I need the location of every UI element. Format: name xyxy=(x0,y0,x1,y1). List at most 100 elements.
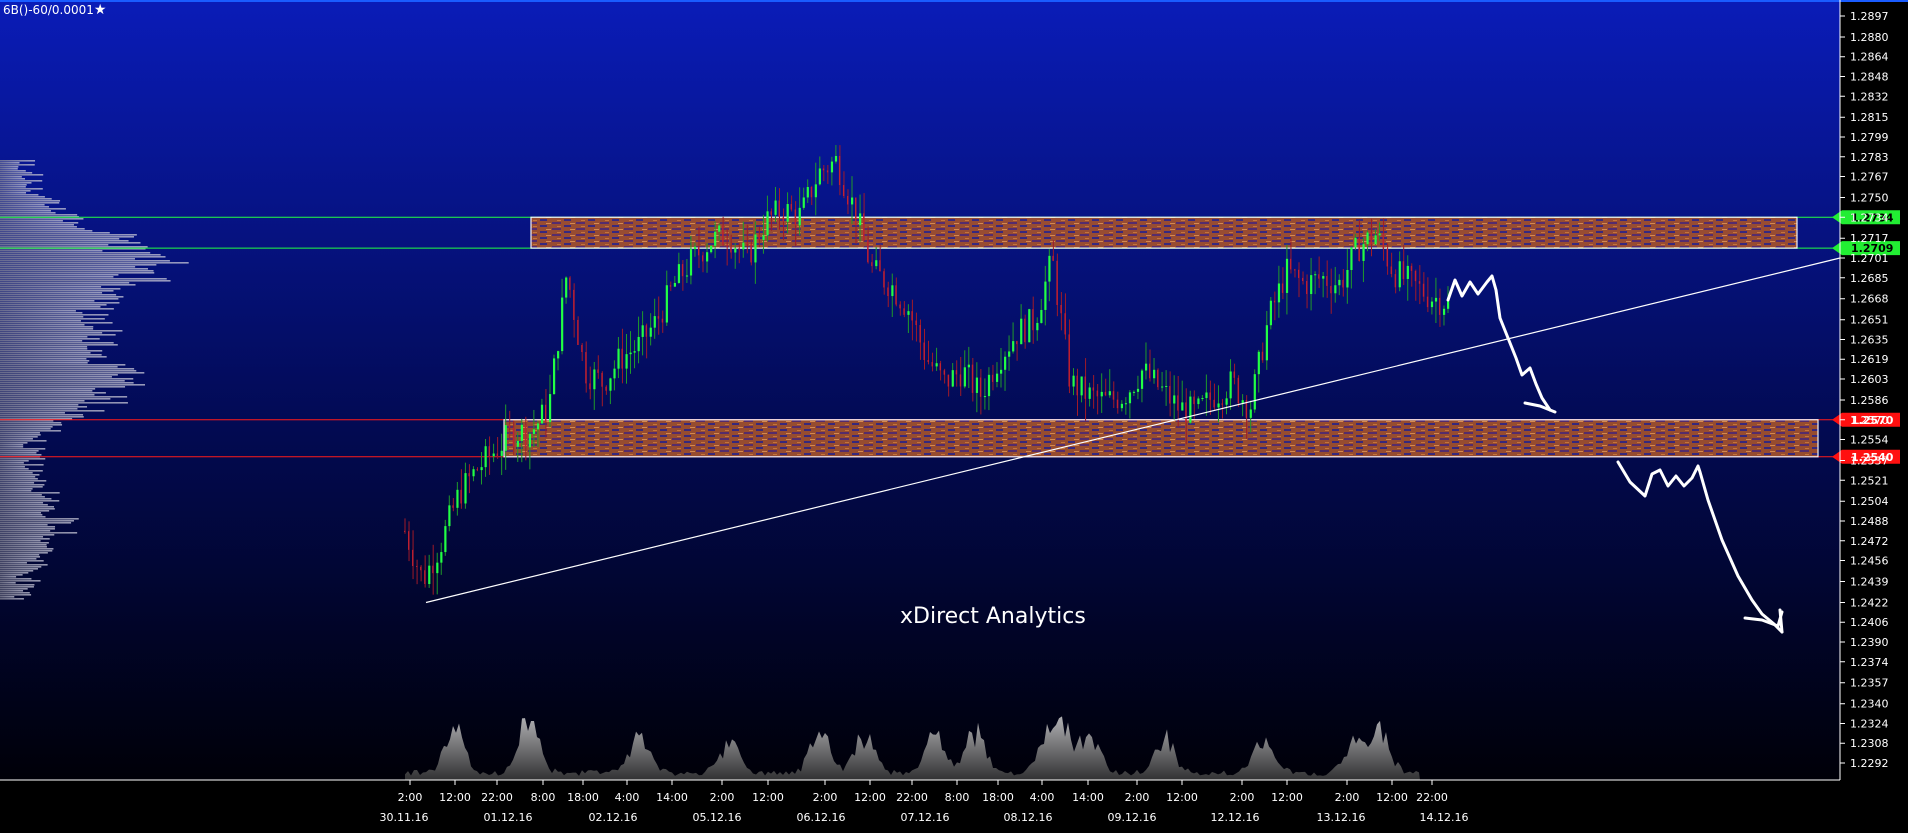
candle-body xyxy=(432,565,434,574)
profile-bar xyxy=(0,570,34,572)
candle-body xyxy=(943,370,946,375)
candle-body xyxy=(790,204,792,210)
profile-bar xyxy=(0,594,32,596)
candle-body xyxy=(1326,276,1328,286)
profile-bar xyxy=(0,296,124,298)
candle-body xyxy=(1426,296,1429,308)
profile-bar xyxy=(0,330,123,332)
profile-bar xyxy=(0,478,38,480)
star-icon[interactable]: ★ xyxy=(94,2,107,18)
profile-bar xyxy=(0,472,33,474)
price-tick-label: 1.2456 xyxy=(1850,555,1889,568)
candle-body xyxy=(1144,363,1148,371)
candle-body xyxy=(1181,402,1184,411)
candle-body xyxy=(1265,325,1268,361)
profile-bar xyxy=(0,534,55,536)
candle-body xyxy=(424,570,426,585)
profile-bar xyxy=(0,314,109,316)
candle-body xyxy=(1157,369,1159,388)
candle-body xyxy=(440,552,443,563)
profile-bar xyxy=(0,228,85,230)
profile-bar xyxy=(0,328,94,330)
candle-body xyxy=(625,354,628,369)
candle-body xyxy=(1136,388,1140,392)
profile-bar xyxy=(0,230,93,232)
profile-bar xyxy=(0,302,120,304)
candle-body xyxy=(806,187,809,198)
profile-bar xyxy=(0,530,51,532)
profile-bar xyxy=(0,196,45,198)
price-tick-label: 1.2308 xyxy=(1850,737,1889,750)
profile-bar xyxy=(0,428,51,430)
candle-body xyxy=(1008,351,1011,357)
candle-body xyxy=(1100,391,1103,397)
candle-body xyxy=(1406,265,1409,279)
candle-body xyxy=(879,260,881,272)
candle-body xyxy=(1128,392,1132,404)
profile-bar xyxy=(0,398,111,400)
candle-body xyxy=(975,377,979,393)
candle-body xyxy=(404,530,406,532)
candle-body xyxy=(1120,403,1124,409)
profile-bar xyxy=(0,306,101,308)
profile-bar xyxy=(0,324,85,326)
candle-body xyxy=(456,489,459,508)
zone-resistance xyxy=(530,216,1798,249)
chart-window: 1.2734 1.2709 1.2570 1.2540 1.2897 1.2880 1.2… xyxy=(0,0,1908,833)
candle-body xyxy=(1112,391,1115,400)
profile-bar xyxy=(0,406,88,408)
candle-body xyxy=(1140,370,1144,389)
candle-body xyxy=(548,394,552,423)
candle-body xyxy=(951,370,954,387)
candle-body xyxy=(677,264,681,283)
profile-bar xyxy=(0,162,20,164)
profile-bar xyxy=(0,256,166,258)
candle-body xyxy=(605,386,607,391)
candle-body xyxy=(665,285,668,323)
candle-body xyxy=(871,262,873,267)
candle-body xyxy=(1306,281,1308,295)
candle-body xyxy=(484,446,487,468)
candle-body xyxy=(1225,398,1228,405)
profile-bar xyxy=(0,242,141,244)
time-tick-label: 22:00 xyxy=(481,791,513,804)
candle-body xyxy=(1108,391,1111,396)
candle-body xyxy=(963,367,966,387)
candle-body xyxy=(830,161,834,173)
candle-body xyxy=(496,453,499,456)
candle-body xyxy=(528,433,532,448)
profile-bar xyxy=(0,218,84,220)
price-tick-label: 1.2406 xyxy=(1850,616,1889,629)
price-tick-label: 1.2374 xyxy=(1850,656,1889,669)
profile-bar xyxy=(0,352,91,354)
candle-body xyxy=(1273,300,1276,303)
profile-bar xyxy=(0,368,135,370)
candle-body xyxy=(915,320,917,326)
price-tick-label: 1.2701 xyxy=(1850,252,1889,265)
candle-body xyxy=(1229,371,1232,399)
profile-bar xyxy=(0,310,76,312)
profile-bar xyxy=(0,258,135,260)
candle-body xyxy=(1390,266,1393,275)
candle-body xyxy=(891,285,894,297)
profile-bar xyxy=(0,556,41,558)
candle-body xyxy=(967,364,970,368)
profile-bar xyxy=(0,356,107,358)
profile-bar xyxy=(0,308,114,310)
candle-body xyxy=(669,285,672,287)
profile-bar xyxy=(0,564,48,566)
profile-bar xyxy=(0,164,35,166)
candle-body xyxy=(460,489,462,504)
price-tick-label: 1.2422 xyxy=(1850,596,1889,609)
candle-body xyxy=(653,316,656,328)
profile-bar xyxy=(0,176,22,178)
candle-body xyxy=(512,427,515,447)
profile-bar xyxy=(0,284,136,286)
profile-bar xyxy=(0,508,55,510)
candle-body xyxy=(681,264,684,277)
candle-body xyxy=(1358,237,1360,261)
profile-bar xyxy=(0,562,27,564)
price-chart[interactable]: 1.27341.27091.25701.2540 1.28971.28801.2… xyxy=(0,0,1908,833)
candle-body xyxy=(641,325,644,337)
time-tick-label: 12:00 xyxy=(1271,791,1303,804)
